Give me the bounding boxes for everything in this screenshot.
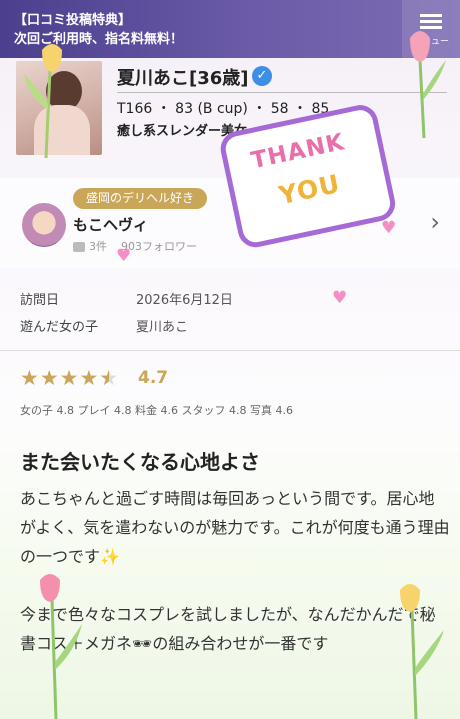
- visit-date-label: 訪問日: [20, 293, 60, 308]
- visit-date-value: 2026年6月12日: [136, 293, 233, 308]
- promo-banner-title: 【口コミ投稿特典】: [14, 13, 132, 28]
- tulip-icon: [24, 44, 62, 159]
- tulip-icon: [40, 574, 82, 719]
- visit-info: 訪問日 2026年6月12日 遊んだ女の子 夏川あこ: [20, 289, 440, 343]
- reviewer-tag: 盛岡のデリヘル好き: [73, 188, 208, 209]
- verified-badge-icon: ✓: [252, 66, 272, 86]
- girl-stats: T166 ・ 83 (B cup) ・ 58 ・ 85: [117, 101, 330, 117]
- review-count: 3件: [89, 240, 107, 253]
- category-scores: 女の子 4.8 プレイ 4.8 料金 4.6 スタッフ 4.8 写真 4.6: [20, 404, 293, 417]
- review-paragraph: あこちゃんと過ごす時間は毎回あっという間です。居心地がよく、気を遣わないのが魅力…: [20, 489, 450, 566]
- heart-icon: ♥: [332, 288, 348, 308]
- reviewer-name[interactable]: もこヘヴィ: [73, 214, 148, 235]
- tulip-icon: [400, 584, 444, 719]
- follower-count: 903フォロワー: [121, 240, 197, 253]
- sparkle-icon: ✨: [100, 547, 120, 566]
- girl-name[interactable]: 夏川あこ[36歳]: [117, 64, 249, 90]
- chevron-right-icon[interactable]: ›: [430, 208, 440, 236]
- section-divider: [0, 350, 460, 351]
- tulip-icon: [410, 31, 446, 139]
- reviewer-avatar[interactable]: [20, 201, 68, 249]
- overall-score: 4.7: [138, 368, 169, 388]
- girl-played-value: 夏川あこ: [136, 320, 189, 335]
- heart-icon: ♥: [381, 218, 397, 238]
- review-title: また会いたくなる心地よさ: [20, 450, 260, 474]
- star-rating-icon: ★★★★★: [20, 366, 119, 390]
- heart-icon: ♥: [116, 246, 132, 266]
- reviewer-meta: 3件 903フォロワー: [73, 238, 197, 254]
- girl-played-label: 遊んだ女の子: [20, 320, 99, 335]
- comment-icon: [73, 242, 85, 252]
